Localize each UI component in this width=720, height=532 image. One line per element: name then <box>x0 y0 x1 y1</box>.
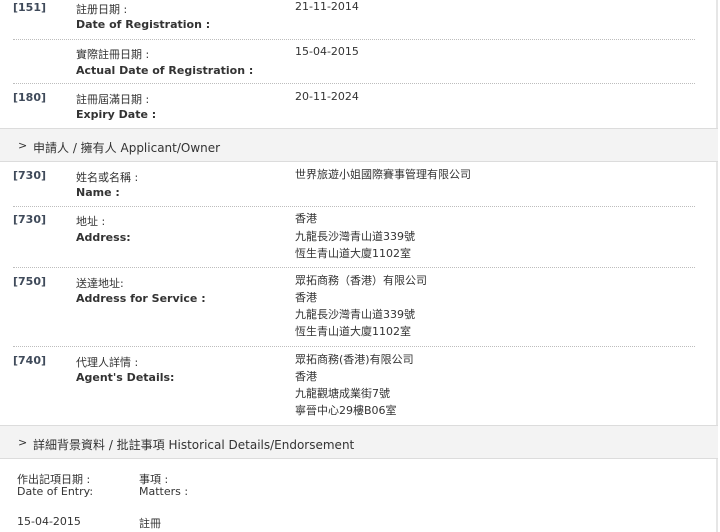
field-label-zh: 地址 : <box>76 215 106 228</box>
field-value-line: 香港 <box>295 291 317 304</box>
field-label-en: Date of Registration : <box>76 18 211 31</box>
field-value: 世界旅遊小姐國際賽事管理有限公司 <box>295 168 471 181</box>
field-code: [730] <box>13 213 47 226</box>
chevron-right-icon: > <box>18 139 28 152</box>
field-value: 15-04-2015 <box>295 45 359 58</box>
section-header-historical-details[interactable]: > 詳細背景資料 / 批註事項 Historical Details/Endor… <box>0 425 718 459</box>
field-label-en: Name : <box>76 186 120 199</box>
entry-matter: 註冊 <box>139 517 161 530</box>
field-value-line: 眾拓商務（香港）有限公司 <box>295 274 427 287</box>
field-label-en: Address for Service : <box>76 292 206 305</box>
field-code: [750] <box>13 275 47 288</box>
field-label-zh: 註冊屆滿日期 : <box>76 93 150 106</box>
divider <box>13 346 695 347</box>
field-code: [740] <box>13 354 47 367</box>
field-label-zh: 實際註冊日期 : <box>76 48 150 61</box>
field-value-line: 九龍長沙灣青山道339號 <box>295 308 415 321</box>
field-value-line: 眾拓商務(香港)有限公司 <box>295 353 414 366</box>
field-value-line: 九龍長沙灣青山道339號 <box>295 230 415 243</box>
field-value: 21-11-2014 <box>295 0 359 13</box>
field-label-zh: 送達地址: <box>76 277 124 290</box>
matters-header-en: Matters : <box>139 485 189 498</box>
trademark-detail-pane: [151] 註册日期 : Date of Registration : 21-1… <box>0 0 718 532</box>
field-label-zh: 姓名或名稱 : <box>76 171 139 184</box>
divider <box>13 267 695 268</box>
field-value: 20-11-2024 <box>295 90 359 103</box>
date-of-entry-header-en: Date of Entry: <box>17 485 94 498</box>
section-title: 申請人 / 擁有人 Applicant/Owner <box>33 141 221 155</box>
divider <box>13 39 695 40</box>
section-title: 詳細背景資料 / 批註事項 Historical Details/Endorse… <box>33 438 355 452</box>
field-value-line: 寧晉中心29樓B06室 <box>295 404 397 417</box>
field-label-en: Agent's Details: <box>76 371 175 384</box>
field-label-en: Expiry Date : <box>76 108 157 121</box>
field-code: [180] <box>13 91 47 104</box>
section-header-applicant-owner[interactable]: > 申請人 / 擁有人 Applicant/Owner <box>0 128 718 162</box>
entry-date: 15-04-2015 <box>17 515 81 528</box>
field-label-zh: 註册日期 : <box>76 3 128 16</box>
field-value-line: 香港 <box>295 370 317 383</box>
field-label-en: Address: <box>76 231 131 244</box>
field-code: [151] <box>13 1 47 14</box>
field-label-zh: 代理人詳情 : <box>76 356 139 369</box>
field-value-line: 九龍觀塘成業街7號 <box>295 387 390 400</box>
field-label-en: Actual Date of Registration : <box>76 64 254 77</box>
chevron-right-icon: > <box>18 436 28 449</box>
divider <box>13 206 695 207</box>
field-value-line: 恆生青山道大廈1102室 <box>295 325 411 338</box>
field-value-line: 恆生青山道大廈1102室 <box>295 247 411 260</box>
field-code: [730] <box>13 169 47 182</box>
field-value-line: 香港 <box>295 212 317 225</box>
divider <box>13 83 695 84</box>
